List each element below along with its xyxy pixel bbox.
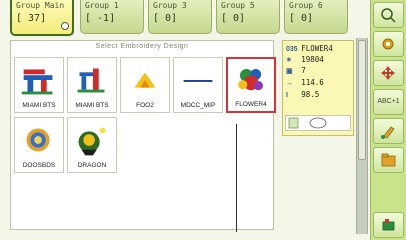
design-height: 98.5 [301, 90, 320, 99]
design-thumb-doosbds[interactable]: DOOSBDS [14, 117, 64, 173]
miami-bts-design-icon [21, 69, 53, 95]
folder-icon [381, 153, 396, 167]
divider [236, 124, 237, 232]
design-label: FLOWER4 [235, 101, 267, 108]
tab-count: [ 0] [153, 13, 178, 24]
design-list-panel: Select Embroidery Design MIAMI BTS MIAMI… [10, 40, 276, 230]
design-thumb-mdcc-mip[interactable]: MDCC_MIP [173, 57, 223, 113]
clock-icon [61, 22, 69, 30]
color-button[interactable] [373, 118, 404, 144]
doosbds-design-icon [26, 128, 50, 152]
mdcc-mip-design-icon [183, 80, 213, 82]
panel-title: Select Embroidery Design [95, 43, 189, 50]
info-width-row: ↔ 114.6 [286, 77, 324, 88]
design-thumb-miami-bts-1[interactable]: MIAMI BTS [14, 57, 64, 113]
design-label: FOO2 [136, 102, 154, 109]
move-button[interactable] [373, 60, 404, 86]
foo2-design-icon [134, 72, 156, 88]
design-label: DRAGON [77, 162, 107, 169]
flower-design-icon [238, 69, 263, 91]
settings-button[interactable] [373, 31, 404, 57]
tab-group-3[interactable]: Group 3 [ 0] [148, 0, 212, 34]
search-button[interactable] [373, 2, 404, 28]
tab-count: [ -1] [85, 13, 116, 24]
color-count-icon: ▣ [286, 68, 293, 75]
design-label: MDCC_MIP [180, 102, 216, 109]
design-name: FLOWER4 [301, 44, 333, 53]
width-icon: ↔ [286, 80, 293, 87]
info-color-row: ▣ 7 [286, 65, 306, 76]
right-toolbar: ABC+1 [370, 0, 406, 240]
search-icon [381, 8, 396, 23]
tab-title: Group 5 [221, 1, 255, 10]
height-icon: I [286, 92, 288, 99]
design-label: MIAMI BTS [75, 102, 109, 109]
design-list-scrollbar[interactable] [356, 38, 368, 234]
design-info-panel: 035 FLOWER4 ✶ 19804 ▣ 7 ↔ 114.6 I 98.5 [282, 40, 354, 136]
info-name-row: 035 FLOWER4 [286, 43, 333, 54]
tab-group-main[interactable]: Group Main [ 37] [10, 0, 74, 36]
design-thumb-miami-bts-2[interactable]: MIAMI BTS [67, 57, 117, 113]
tab-title: Group 6 [289, 1, 323, 10]
scrollbar-thumb[interactable] [358, 40, 366, 160]
abc-plus-label: ABC+1 [377, 98, 400, 105]
color-count: 7 [301, 66, 306, 75]
info-preview-box [285, 115, 351, 131]
tab-group-1[interactable]: Group 1 [ -1] [80, 0, 144, 34]
tab-group-5[interactable]: Group 5 [ 0] [216, 0, 280, 34]
machine-icon [382, 219, 395, 231]
tab-title: Group 1 [85, 1, 119, 10]
tab-count: [ 37] [16, 13, 47, 24]
frame-icon [288, 117, 327, 129]
design-thumb-dragon[interactable]: DRAGON [67, 117, 117, 173]
tab-title: Group 3 [153, 1, 187, 10]
design-width: 114.6 [301, 78, 324, 87]
tab-title: Group Main [16, 1, 65, 10]
info-height-row: I 98.5 [286, 89, 319, 100]
move-arrows-icon [381, 66, 395, 80]
design-thumb-flower4[interactable]: FLOWER4 [226, 57, 276, 113]
memory-button[interactable] [373, 147, 404, 173]
tab-count: [ 0] [289, 13, 314, 24]
tab-count: [ 0] [221, 13, 246, 24]
info-stitch-row: ✶ 19804 [286, 54, 324, 65]
stitch-count: 19804 [301, 55, 324, 64]
miami-bts-design-icon [77, 68, 105, 93]
color-dropper-icon [381, 126, 395, 139]
design-label: DOOSBDS [22, 162, 56, 169]
gear-icon [382, 38, 394, 50]
design-thumb-foo2[interactable]: FOO2 [120, 57, 170, 113]
add-letters-button[interactable]: ABC+1 [373, 89, 404, 115]
design-label: MIAMI BTS [22, 102, 56, 109]
dragon-design-icon [78, 127, 106, 156]
confirm-button[interactable] [373, 212, 404, 238]
tab-group-6[interactable]: Group 6 [ 0] [284, 0, 348, 34]
